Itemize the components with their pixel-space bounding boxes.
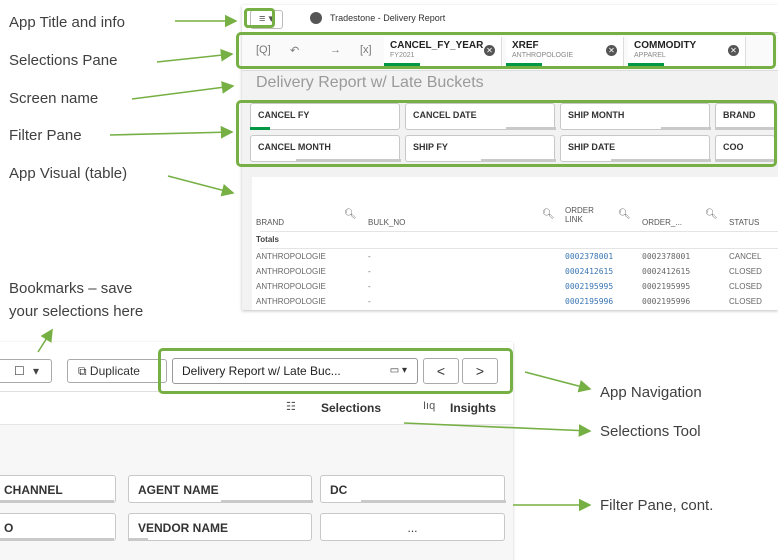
arrow-selections-pane xyxy=(156,48,234,63)
arrow-bookmarks xyxy=(37,328,53,353)
arrow-app-visual xyxy=(167,175,235,197)
annotation-arrows xyxy=(37,14,592,512)
arrow-selections-tool xyxy=(403,422,592,437)
arrow-filter-pane xyxy=(109,125,234,139)
arrow-screen-name xyxy=(131,81,235,100)
arrow-app-navigation xyxy=(524,371,592,393)
